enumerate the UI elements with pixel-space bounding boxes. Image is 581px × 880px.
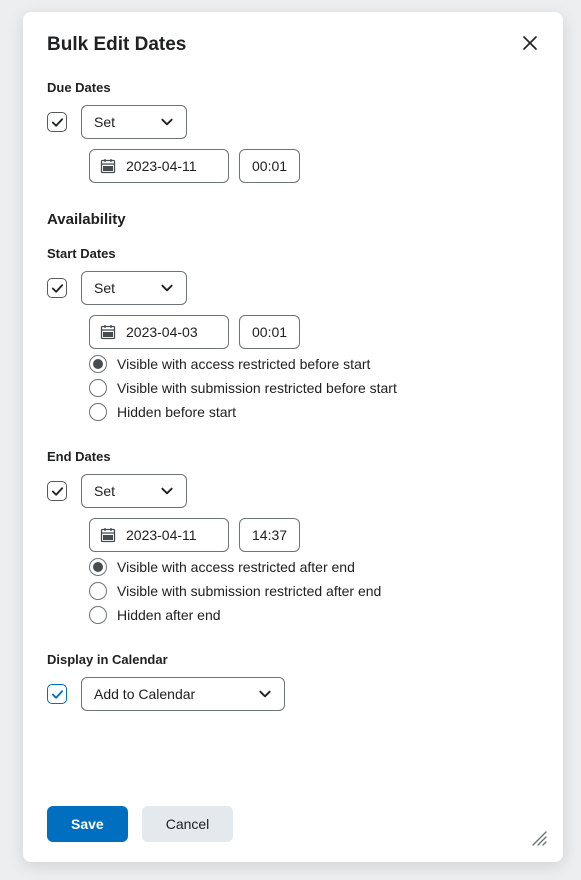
date-value: 2023-04-03	[126, 324, 198, 340]
time-value: 00:01	[252, 158, 287, 174]
start-time-input[interactable]: 00:01	[239, 315, 300, 349]
select-value: Add to Calendar	[94, 686, 195, 702]
due-date-input[interactable]: 2023-04-11	[89, 149, 229, 183]
start-dates-action-select[interactable]: Set	[81, 271, 187, 305]
select-value: Set	[94, 483, 115, 499]
radio-label: Visible with access restricted after end	[117, 559, 355, 575]
dialog-title: Bulk Edit Dates	[47, 34, 186, 56]
radio-label: Hidden before start	[117, 404, 236, 420]
chevron-down-icon	[160, 281, 174, 295]
cancel-button[interactable]: Cancel	[142, 806, 234, 842]
date-value: 2023-04-11	[126, 158, 197, 174]
time-value: 14:37	[252, 527, 287, 543]
end-radio-submission-restricted[interactable]	[89, 582, 107, 600]
start-radio-access-restricted[interactable]	[89, 355, 107, 373]
calendar-icon	[100, 527, 116, 543]
date-value: 2023-04-11	[126, 527, 197, 543]
start-radio-submission-restricted[interactable]	[89, 379, 107, 397]
end-dates-label: End Dates	[47, 449, 539, 464]
select-value: Set	[94, 280, 115, 296]
due-dates-label: Due Dates	[47, 80, 539, 95]
time-value: 00:01	[252, 324, 287, 340]
end-time-input[interactable]: 14:37	[239, 518, 300, 552]
radio-label: Visible with submission restricted befor…	[117, 380, 397, 396]
chevron-down-icon	[258, 687, 272, 701]
start-date-input[interactable]: 2023-04-03	[89, 315, 229, 349]
checkmark-icon	[51, 116, 64, 129]
start-dates-checkbox[interactable]	[47, 278, 67, 298]
due-dates-action-select[interactable]: Set	[81, 105, 187, 139]
due-dates-checkbox[interactable]	[47, 112, 67, 132]
close-icon	[523, 36, 537, 50]
due-time-input[interactable]: 00:01	[239, 149, 300, 183]
chevron-down-icon	[160, 484, 174, 498]
checkmark-icon	[51, 688, 64, 701]
calendar-icon	[100, 158, 116, 174]
close-button[interactable]	[521, 34, 539, 52]
calendar-icon	[100, 324, 116, 340]
end-date-input[interactable]: 2023-04-11	[89, 518, 229, 552]
start-dates-label: Start Dates	[47, 246, 539, 261]
display-in-calendar-select[interactable]: Add to Calendar	[81, 677, 285, 711]
checkmark-icon	[51, 282, 64, 295]
select-value: Set	[94, 114, 115, 130]
start-radio-hidden[interactable]	[89, 403, 107, 421]
availability-heading: Availability	[47, 211, 539, 228]
radio-label: Hidden after end	[117, 607, 221, 623]
radio-label: Visible with submission restricted after…	[117, 583, 381, 599]
end-radio-access-restricted[interactable]	[89, 558, 107, 576]
chevron-down-icon	[160, 115, 174, 129]
save-button[interactable]: Save	[47, 806, 128, 842]
end-dates-action-select[interactable]: Set	[81, 474, 187, 508]
resize-handle-icon[interactable]	[529, 828, 547, 846]
display-in-calendar-label: Display in Calendar	[47, 652, 539, 667]
bulk-edit-dates-dialog: Bulk Edit Dates Due Dates Set	[23, 12, 563, 862]
end-dates-checkbox[interactable]	[47, 481, 67, 501]
end-radio-hidden[interactable]	[89, 606, 107, 624]
display-in-calendar-checkbox[interactable]	[47, 684, 67, 704]
checkmark-icon	[51, 485, 64, 498]
radio-label: Visible with access restricted before st…	[117, 356, 370, 372]
